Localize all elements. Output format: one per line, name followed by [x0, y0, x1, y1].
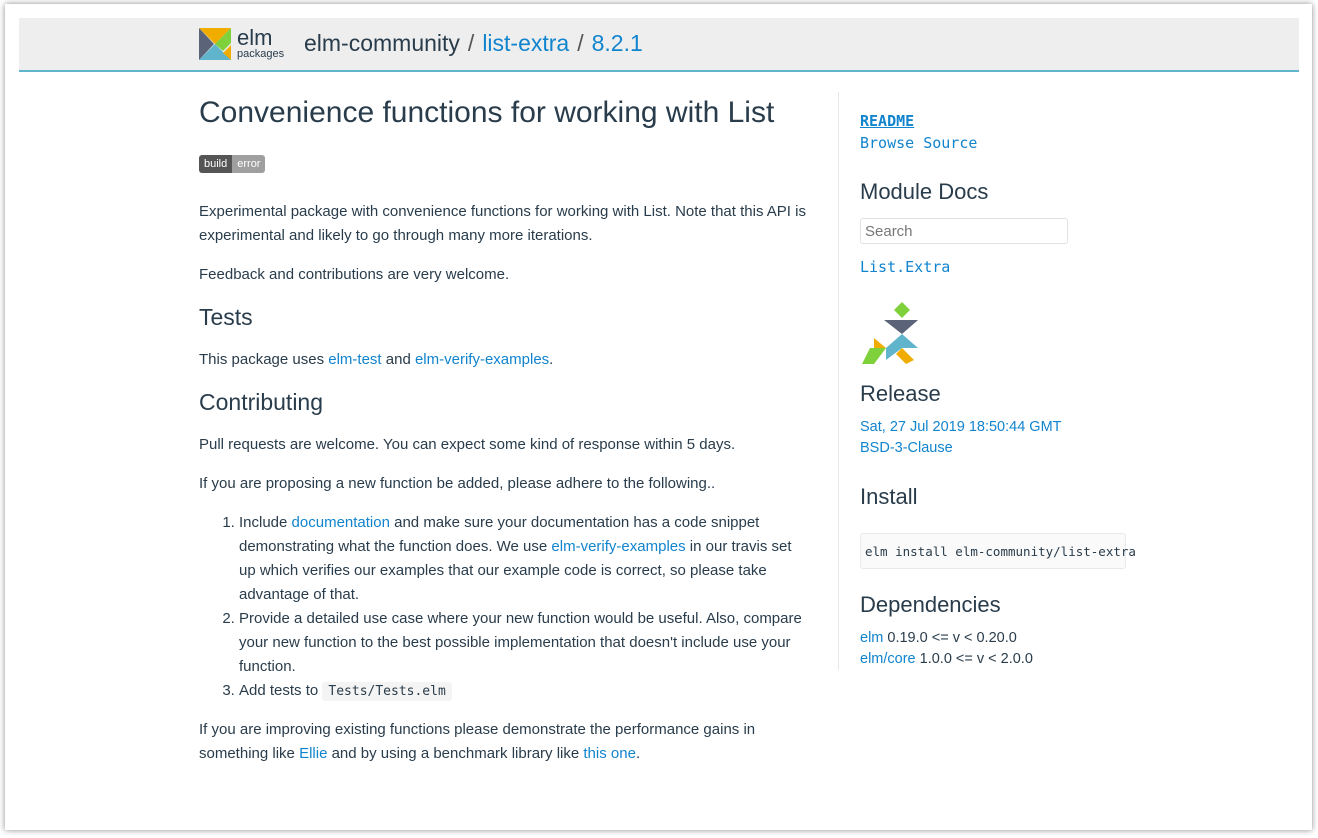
tests-paragraph: This package uses elm-test and elm-verif… [199, 348, 809, 372]
intro-paragraph: Experimental package with convenience fu… [199, 203, 806, 244]
readme-link[interactable]: README [860, 112, 914, 130]
tests-text: This package uses [199, 351, 329, 368]
elm-tangram-icon [199, 28, 231, 60]
breadcrumb-separator: / [577, 30, 584, 56]
documentation-link[interactable]: documentation [292, 514, 390, 531]
build-status-badge[interactable]: build error [199, 155, 266, 173]
install-command[interactable]: elm install elm-community/list-extra [860, 533, 1136, 569]
list-item: Include documentation and make sure your… [239, 511, 809, 607]
browse-source-link[interactable]: Browse Source [860, 134, 977, 152]
tests-text: and [381, 351, 415, 368]
dependency-link-elm-core[interactable]: elm/core [860, 651, 916, 667]
page-title: Convenience functions for working with L… [199, 96, 775, 129]
feedback-paragraph: Feedback and contributions are very welc… [199, 266, 510, 283]
module-docs-heading: Module Docs [860, 179, 989, 204]
dependency-row: elm/core 1.0.0 <= v < 2.0.0 [860, 651, 1033, 667]
elm-verify-examples-link[interactable]: elm-verify-examples [551, 538, 685, 555]
dependencies-heading: Dependencies [860, 592, 1001, 617]
elm-packages-logo[interactable]: elm packages [199, 25, 289, 62]
improving-paragraph: If you are improving existing functions … [199, 718, 809, 766]
benchmark-link[interactable]: this one [583, 745, 636, 762]
install-heading: Install [860, 484, 918, 509]
dependency-row: elm 0.19.0 <= v < 0.20.0 [860, 630, 1017, 646]
pull-requests-paragraph: Pull requests are welcome. You can expec… [199, 436, 736, 453]
list-item: Add tests to Tests/Tests.elm [239, 679, 809, 704]
license-link[interactable]: BSD-3-Clause [860, 440, 953, 456]
badge-status: error [232, 155, 266, 173]
contributing-heading: Contributing [199, 389, 324, 415]
proposing-paragraph: If you are proposing a new function be a… [199, 475, 716, 492]
ellie-link[interactable]: Ellie [299, 745, 327, 762]
list-text: Include [239, 514, 292, 531]
module-search-input[interactable] [860, 218, 1068, 244]
elm-test-link[interactable]: elm-test [328, 351, 381, 368]
browser-viewport: elm packages elm-community / list-extra / 8.… [5, 4, 1312, 830]
breadcrumb-version-link[interactable]: 8.2.1 [592, 30, 643, 56]
logo-packages-text: packages [237, 48, 285, 60]
breadcrumb-package-link[interactable]: list-extra [482, 30, 569, 56]
badge-label: build [199, 155, 233, 173]
breadcrumb: elm-community / list-extra / 8.2.1 [304, 30, 643, 57]
list-text: Add tests to [239, 682, 323, 699]
release-date-link[interactable]: Sat, 27 Jul 2019 18:50:44 GMT [860, 419, 1062, 435]
release-heading: Release [860, 381, 941, 406]
tests-heading: Tests [199, 304, 253, 330]
tests-text: . [549, 351, 554, 368]
breadcrumb-author[interactable]: elm-community [304, 30, 460, 56]
breadcrumb-separator: / [467, 30, 475, 56]
module-link-list-extra[interactable]: List.Extra [860, 258, 950, 276]
sidebar-divider [838, 92, 839, 670]
elm-tangram-mascot-icon [862, 302, 918, 364]
site-header: elm packages elm-community / list-extra / 8.… [19, 18, 1299, 72]
improving-text: . [635, 745, 641, 762]
dependency-link-elm[interactable]: elm [860, 630, 883, 646]
elm-verify-examples-link[interactable]: elm-verify-examples [415, 351, 549, 368]
dependency-range: 1.0.0 <= v < 2.0.0 [915, 651, 1033, 667]
readme-body: Experimental package with convenience fu… [199, 200, 809, 781]
guidelines-list: Include documentation and make sure your… [199, 511, 809, 704]
dependency-range: 0.19.0 <= v < 0.20.0 [883, 630, 1017, 646]
tests-file-code: Tests/Tests.elm [322, 682, 452, 701]
list-item: Provide a detailed use case where your n… [239, 607, 809, 679]
improving-text: and by using a benchmark library like [327, 745, 584, 762]
